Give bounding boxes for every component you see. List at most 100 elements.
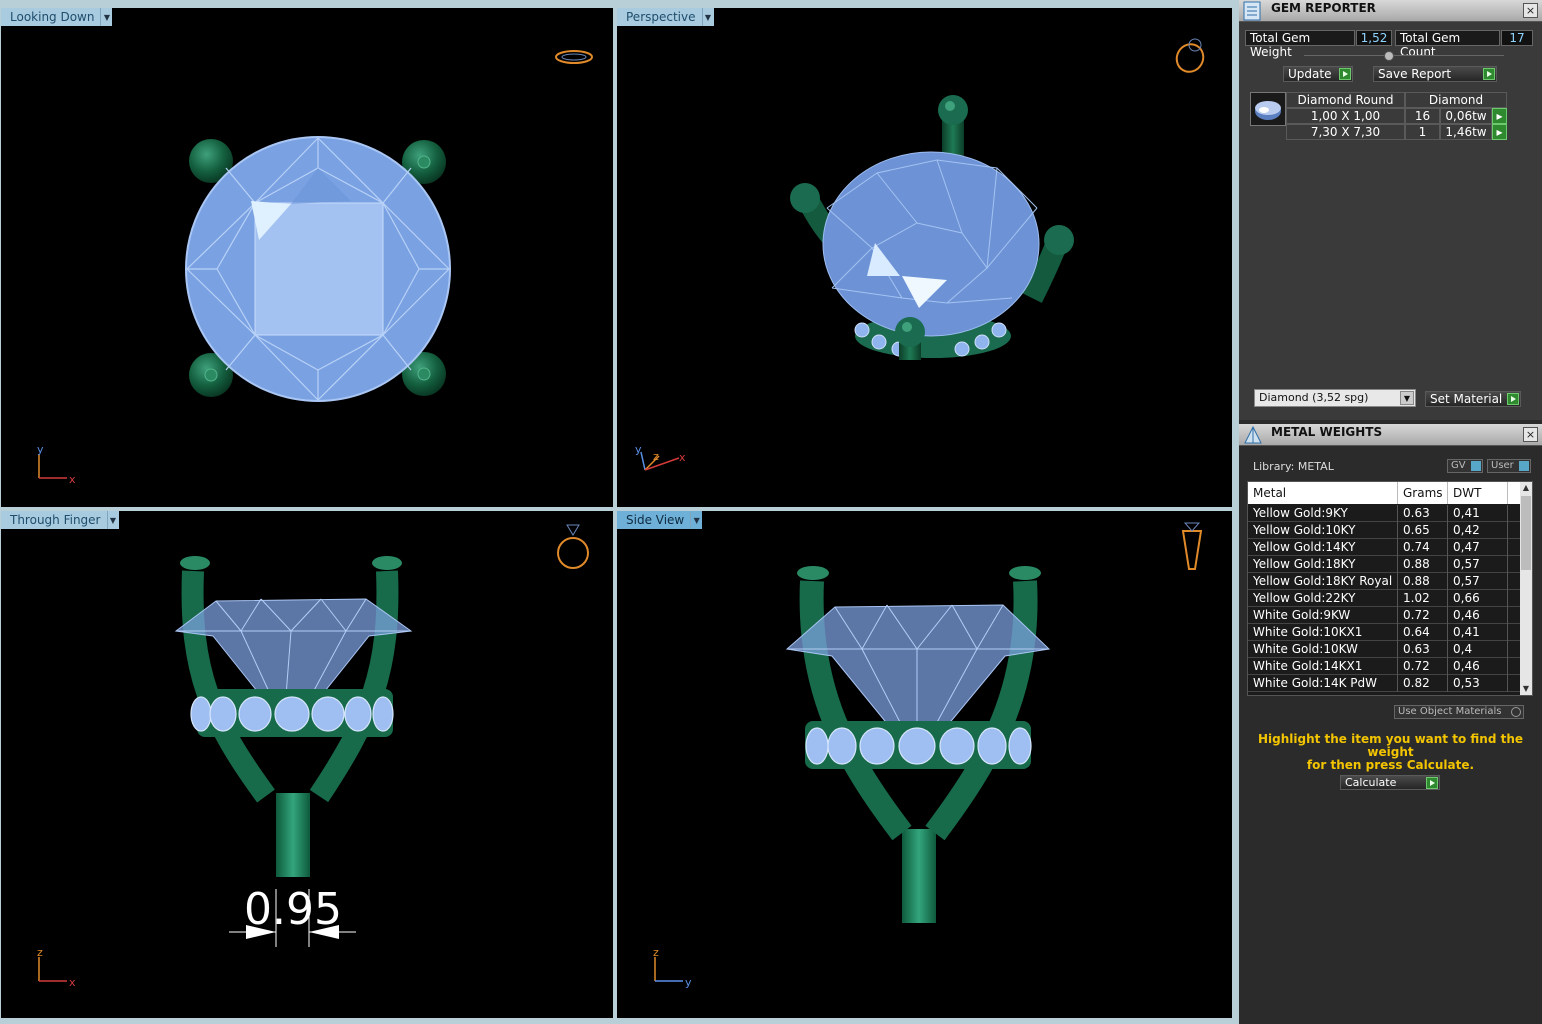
chevron-down-icon[interactable]: ▼ <box>106 511 119 529</box>
metal-dwt: 0,66 <box>1448 590 1508 607</box>
scrollbar-thumb[interactable] <box>1521 496 1531 570</box>
metal-table-scrollbar[interactable]: ▲ ▼ <box>1520 482 1532 695</box>
metal-grams: 0.64 <box>1398 624 1448 641</box>
metal-name: Yellow Gold:10KY <box>1248 522 1398 539</box>
table-row[interactable]: White Gold:14K PdW 0.82 0,53 <box>1248 675 1522 692</box>
library-label: Library: METAL <box>1253 460 1334 473</box>
metal-name: Yellow Gold:22KY <box>1248 590 1398 607</box>
metal-grams: 1.02 <box>1398 590 1448 607</box>
save-report-button[interactable]: Save Report <box>1373 66 1497 82</box>
gem-reporter-header: GEM REPORTER × <box>1239 0 1542 22</box>
table-row[interactable]: Yellow Gold:14KY 0.74 0,47 <box>1248 539 1522 556</box>
header-dwt[interactable]: DWT <box>1448 482 1508 504</box>
metal-dwt: 0,57 <box>1448 556 1508 573</box>
scroll-down-icon[interactable]: ▼ <box>1520 683 1532 695</box>
scroll-up-icon[interactable]: ▲ <box>1520 482 1532 494</box>
play-icon[interactable]: ▸ <box>1492 108 1507 124</box>
user-toggle[interactable]: User <box>1487 459 1531 473</box>
metal-name: White Gold:14KX1 <box>1248 658 1398 675</box>
use-object-materials-toggle[interactable]: Use Object Materials <box>1394 705 1524 719</box>
viewport-through-finger[interactable]: 0.95 Through Finger ▼ z x <box>1 511 613 1018</box>
total-gem-weight-value: 1,52 <box>1356 30 1392 46</box>
set-material-button[interactable]: Set Material <box>1425 391 1521 407</box>
metal-dwt: 0,47 <box>1448 539 1508 556</box>
user-label: User <box>1491 460 1514 471</box>
instruction-line-1: Highlight the item you want to find the … <box>1257 732 1524 759</box>
dimension-marker: 0.95 <box>229 884 356 947</box>
gem-size: 1,00 X 1,00 <box>1286 108 1405 124</box>
table-row[interactable]: Yellow Gold:22KY 1.02 0,66 <box>1248 590 1522 607</box>
table-row[interactable]: 1,00 X 1,00 16 0,06tw ▸ <box>1286 108 1507 124</box>
gem-top <box>185 136 451 402</box>
total-gem-count-value: 17 <box>1501 30 1533 46</box>
metal-dwt: 0,4 <box>1448 641 1508 658</box>
metal-weights-body: Library: METAL GV User Metal Grams DWT Y… <box>1239 447 1542 1024</box>
gem-table-header: Diamond Round Diamond <box>1286 92 1507 108</box>
side-panel: GEM REPORTER × Total Gem Weight 1,52 Tot… <box>1239 0 1542 1024</box>
table-row[interactable]: 7,30 X 7,30 1 1,46tw ▸ <box>1286 124 1507 140</box>
save-report-button-label: Save Report <box>1378 67 1452 81</box>
gem-thumbnail[interactable] <box>1250 92 1286 126</box>
material-select-value: Diamond (3,52 spg) <box>1259 391 1369 404</box>
material-select[interactable]: Diamond (3,52 spg) ▼ <box>1254 389 1416 407</box>
viewport-menu-through-finger[interactable]: Through Finger ▼ <box>1 511 119 529</box>
gv-label: GV <box>1451 460 1466 471</box>
play-icon[interactable]: ▸ <box>1492 124 1507 140</box>
metal-name: Yellow Gold:14KY <box>1248 539 1398 556</box>
table-row[interactable]: White Gold:10KW 0.63 0,4 <box>1248 641 1522 658</box>
metal-grams: 0.88 <box>1398 573 1448 590</box>
metal-dwt: 0,53 <box>1448 675 1508 692</box>
chevron-down-icon[interactable]: ▼ <box>701 8 714 26</box>
metal-name: Yellow Gold:18KY <box>1248 556 1398 573</box>
table-row[interactable]: White Gold:9KW 0.72 0,46 <box>1248 607 1522 624</box>
viewport-menu-side-view[interactable]: Side View ▼ <box>617 511 703 529</box>
viewport-label: Looking Down <box>1 8 101 26</box>
round-diamond-icon <box>1255 101 1281 120</box>
viewport-looking-down[interactable]: Looking Down ▼ y x <box>1 8 613 507</box>
halo-stones <box>190 696 394 732</box>
splitter-handle[interactable] <box>1384 51 1394 61</box>
metal-dwt: 0,41 <box>1448 505 1508 522</box>
metal-name: Yellow Gold:9KY <box>1248 505 1398 522</box>
use-object-materials-label: Use Object Materials <box>1398 706 1502 717</box>
close-icon[interactable]: × <box>1523 427 1538 442</box>
chevron-down-icon[interactable]: ▼ <box>690 511 703 529</box>
metal-dwt: 0,41 <box>1448 624 1508 641</box>
update-button[interactable]: Update <box>1283 66 1353 82</box>
close-icon[interactable]: × <box>1523 3 1538 18</box>
viewport-perspective[interactable]: Perspective ▼ y z x <box>617 8 1232 507</box>
total-gem-weight-label: Total Gem Weight <box>1245 30 1355 59</box>
metal-table-header: Metal Grams DWT <box>1248 482 1522 504</box>
table-row[interactable]: White Gold:10KX1 0.64 0,41 <box>1248 624 1522 641</box>
metal-name: White Gold:10KW <box>1248 641 1398 658</box>
instruction-text: Highlight the item you want to find the … <box>1239 733 1542 772</box>
header-material: Diamond <box>1405 92 1507 108</box>
metal-table: Metal Grams DWT Yellow Gold:9KY 0.63 0,41 Y… <box>1247 481 1533 696</box>
metal-name: White Gold:14K PdW <box>1248 675 1398 692</box>
viewport-menu-looking-down[interactable]: Looking Down ▼ <box>1 8 113 26</box>
ring-thumbnail-icon <box>1175 38 1205 73</box>
chevron-down-icon[interactable]: ▼ <box>100 8 113 26</box>
metal-grams: 0.63 <box>1398 505 1448 522</box>
table-row[interactable]: Yellow Gold:18KY Royal 0.88 0,57 <box>1248 573 1522 590</box>
radio-icon <box>1511 707 1521 717</box>
gem-weight: 1,46tw <box>1440 124 1492 140</box>
viewport-label: Side View <box>617 511 691 529</box>
chevron-down-icon[interactable]: ▼ <box>1400 391 1414 405</box>
table-row[interactable]: White Gold:14KX1 0.72 0,46 <box>1248 658 1522 675</box>
header-grams[interactable]: Grams <box>1398 482 1448 504</box>
table-row[interactable]: Yellow Gold:9KY 0.63 0,41 <box>1248 505 1522 522</box>
gv-toggle[interactable]: GV <box>1447 459 1483 473</box>
viewport-side-view[interactable]: Side View ▼ z y <box>617 511 1232 1018</box>
metal-dwt: 0,57 <box>1448 573 1508 590</box>
metal-dwt: 0,46 <box>1448 607 1508 624</box>
side-view-render <box>785 522 1203 923</box>
table-row[interactable]: Yellow Gold:18KY 0.88 0,57 <box>1248 556 1522 573</box>
table-row[interactable]: Yellow Gold:10KY 0.65 0,42 <box>1248 522 1522 539</box>
metal-grams: 0.74 <box>1398 539 1448 556</box>
header-metal[interactable]: Metal <box>1248 482 1398 504</box>
top-view-render <box>185 50 593 402</box>
calculate-button[interactable]: Calculate <box>1340 775 1440 790</box>
gem-count: 1 <box>1405 124 1440 140</box>
viewport-menu-perspective[interactable]: Perspective ▼ <box>617 8 714 26</box>
